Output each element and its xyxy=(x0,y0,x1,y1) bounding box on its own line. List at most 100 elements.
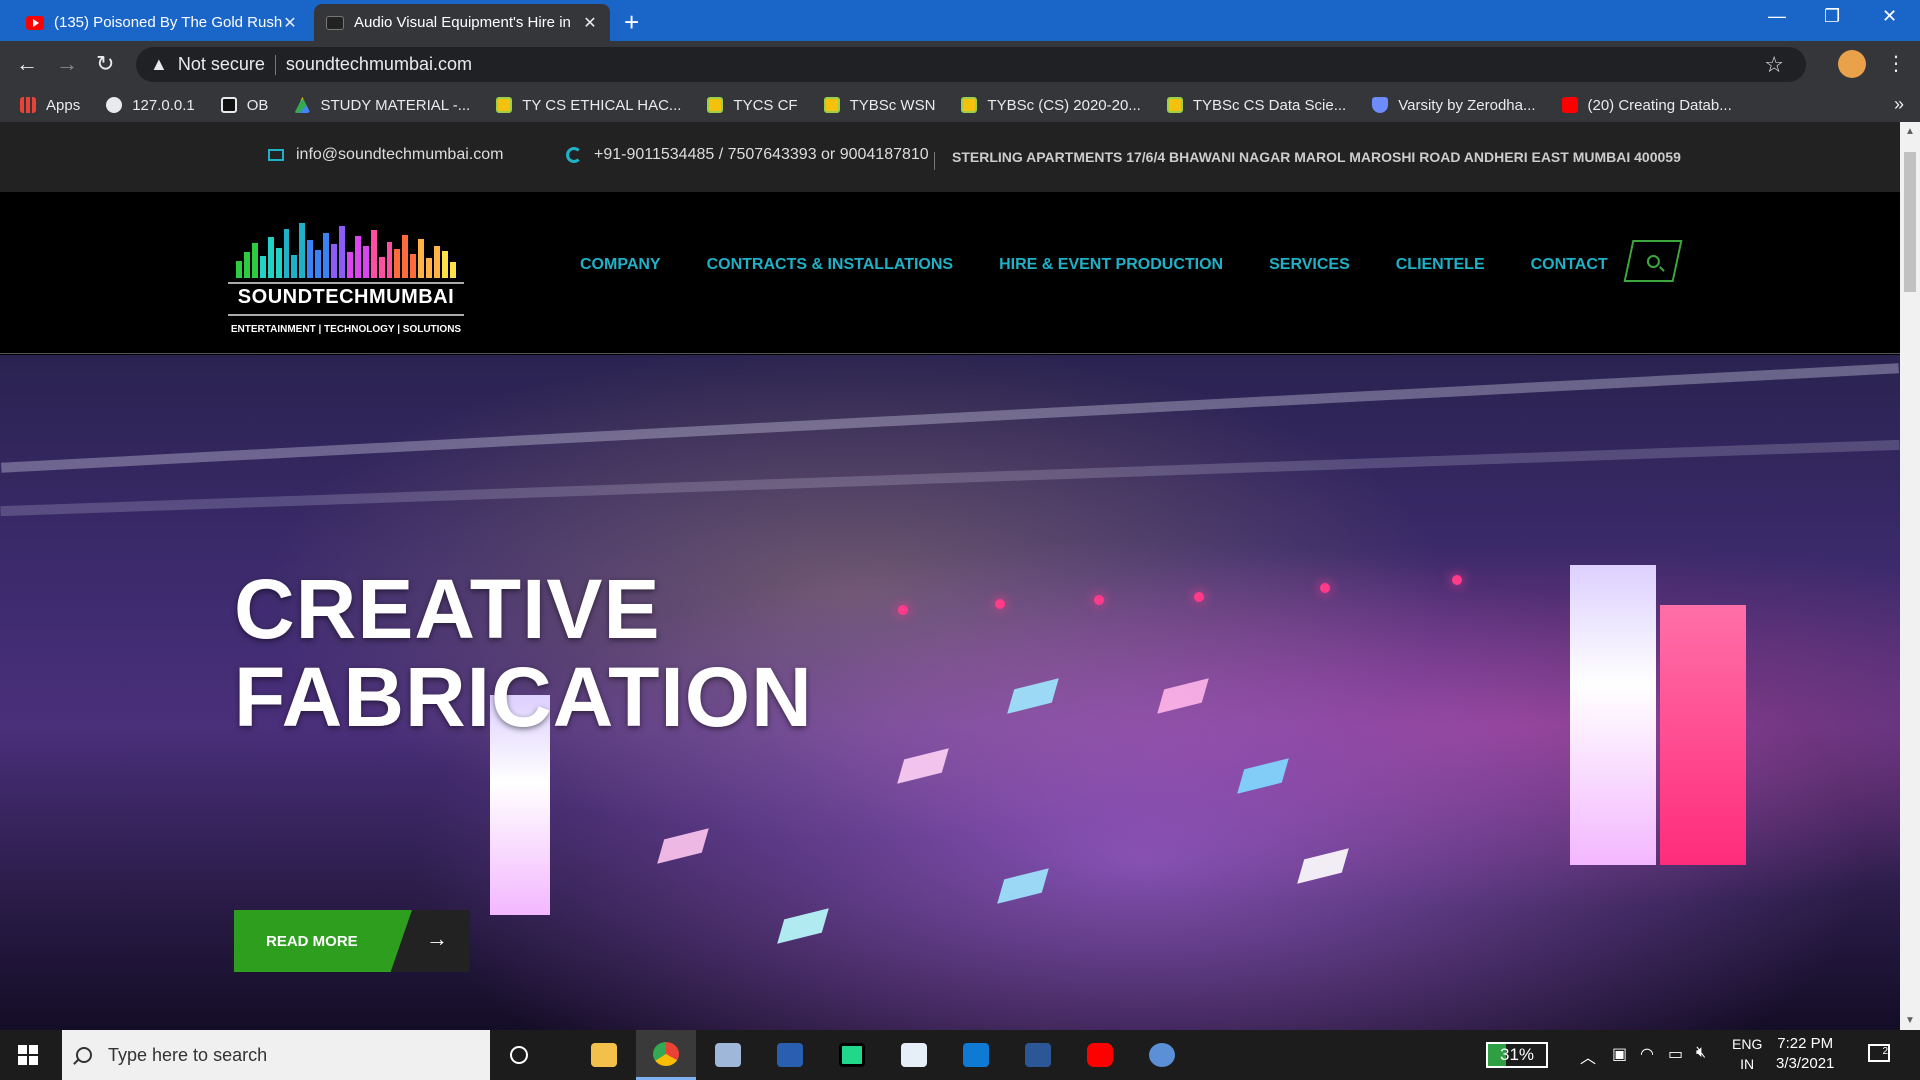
vscode-icon[interactable] xyxy=(946,1030,1006,1080)
close-icon[interactable]: ✕ xyxy=(282,13,298,33)
wifi-icon[interactable]: ◠ xyxy=(1640,1044,1654,1064)
phone-text: +91-9011534485 / 7507643393 or 900418781… xyxy=(594,146,929,163)
led-floor-tile xyxy=(1007,678,1059,714)
battery-indicator[interactable]: 31% xyxy=(1486,1042,1548,1068)
classroom-icon xyxy=(961,97,978,113)
paint-icon[interactable] xyxy=(698,1030,758,1080)
contact-topbar: info@soundtechmumbai.com +91-9011534485 … xyxy=(0,122,1900,192)
warning-icon[interactable]: ▲ xyxy=(150,54,168,75)
led-floor-tile xyxy=(777,908,829,944)
site-search-button[interactable] xyxy=(1623,240,1683,282)
language-indicator[interactable]: ENG IN xyxy=(1732,1034,1762,1074)
bookmark-item[interactable]: Varsity by Zerodha... xyxy=(1372,97,1536,114)
bookmark-item[interactable]: 127.0.0.1 xyxy=(106,97,195,114)
page-scrollbar[interactable]: ▲ ▼ xyxy=(1900,122,1920,1030)
equalizer-bar xyxy=(410,253,417,278)
site-logo[interactable]: SOUNDTECHMUMBAI ENTERTAINMENT | TECHNOLO… xyxy=(218,202,474,342)
stage-light xyxy=(898,605,908,615)
search-icon xyxy=(1646,254,1660,268)
url-text[interactable]: soundtechmumbai.com xyxy=(286,54,472,75)
equalizer-bar xyxy=(426,258,433,278)
scroll-down-icon[interactable]: ▼ xyxy=(1905,1015,1915,1026)
nav-contracts-installations[interactable]: CONTRACTS & INSTALLATIONS xyxy=(707,256,954,274)
tab-youtube[interactable]: (135) Poisoned By The Gold Rush ✕ xyxy=(14,4,310,41)
menu-icon[interactable]: ⋮ xyxy=(1886,51,1906,76)
windows-start-icon[interactable] xyxy=(18,1045,38,1065)
nav-contact[interactable]: CONTACT xyxy=(1531,256,1608,274)
equalizer-bar xyxy=(315,250,322,278)
equalizer-bar xyxy=(378,257,385,278)
pycharm-icon[interactable] xyxy=(822,1030,882,1080)
cortana-icon[interactable] xyxy=(510,1046,528,1064)
chrome-icon[interactable] xyxy=(636,1030,696,1080)
bookmark-star-icon[interactable]: ☆ xyxy=(1764,52,1784,78)
window-close-button[interactable]: ✕ xyxy=(1882,6,1897,27)
nav-services[interactable]: SERVICES xyxy=(1269,256,1350,274)
system-clock[interactable]: 7:22 PM 3/3/2021 xyxy=(1776,1034,1834,1074)
restore-button[interactable]: ❐ xyxy=(1824,6,1840,27)
divider xyxy=(934,152,935,170)
nav-company[interactable]: COMPANY xyxy=(580,256,661,274)
reload-button[interactable]: ↻ xyxy=(96,51,114,77)
new-tab-button[interactable]: + xyxy=(624,7,639,38)
volume-muted-icon[interactable]: 🔇︎ xyxy=(1696,1044,1706,1062)
bookmark-label: TYBSc CS Data Scie... xyxy=(1192,96,1347,114)
stage-light xyxy=(995,599,1005,609)
bookmark-item[interactable]: Apps xyxy=(20,97,80,114)
notification-icon[interactable]: 2 xyxy=(1868,1044,1890,1062)
nav-clientele[interactable]: CLIENTELE xyxy=(1396,256,1485,274)
logo-rule xyxy=(228,314,464,316)
bookmark-label: TYCS CF xyxy=(733,96,798,114)
battery-icon[interactable]: ▭ xyxy=(1668,1044,1683,1064)
meet-now-icon[interactable]: ▣ xyxy=(1612,1044,1627,1064)
equalizer-bar xyxy=(449,261,456,278)
file-explorer-icon[interactable] xyxy=(574,1030,634,1080)
security-label[interactable]: Not secure xyxy=(178,54,265,75)
bookmark-item[interactable]: TYBSc CS Data Scie... xyxy=(1166,96,1347,114)
taskbar-search[interactable]: Type here to search xyxy=(62,1030,490,1080)
nav-hire-event-production[interactable]: HIRE & EVENT PRODUCTION xyxy=(999,256,1223,274)
minimize-button[interactable]: — xyxy=(1768,6,1786,27)
equalizer-graphic xyxy=(236,220,456,278)
bookmark-item[interactable]: TYCS CF xyxy=(707,96,798,114)
email-text: info@soundtechmumbai.com xyxy=(296,146,504,163)
address-text: STERLING APARTMENTS 17/6/4 BHAWANI NAGAR… xyxy=(952,149,1681,165)
bookmark-item[interactable]: OB xyxy=(220,97,268,114)
equalizer-bar xyxy=(331,244,337,278)
equalizer-bar xyxy=(251,243,258,278)
powershell-icon[interactable] xyxy=(760,1030,820,1080)
close-icon[interactable]: ✕ xyxy=(582,13,598,33)
ob-icon xyxy=(220,97,237,113)
bookmark-item[interactable]: STUDY MATERIAL -... xyxy=(294,97,470,114)
equalizer-bar xyxy=(402,235,409,278)
url-field[interactable]: ▲ Not secure soundtechmumbai.com ☆ xyxy=(136,47,1806,82)
led-floor-tile xyxy=(897,748,949,784)
tab-soundtech[interactable]: Audio Visual Equipment's Hire in ✕ xyxy=(314,4,610,41)
word-icon[interactable] xyxy=(1008,1030,1068,1080)
more-bookmarks-button[interactable]: » xyxy=(1894,94,1904,115)
forward-button[interactable]: → xyxy=(56,51,78,77)
back-button[interactable]: ← xyxy=(16,51,38,77)
bookmark-item[interactable]: TYBSc WSN xyxy=(823,97,935,114)
read-more-button[interactable]: READ MORE → xyxy=(234,910,470,972)
equalizer-bar xyxy=(291,254,298,278)
soundtech-icon xyxy=(326,15,344,30)
equalizer-bar xyxy=(236,260,242,278)
equalizer-bar xyxy=(275,247,282,278)
chevron-up-icon[interactable]: ︿ xyxy=(1580,1044,1596,1068)
address-bar-row: ← → ↻ ▲ Not secure soundtechmumbai.com ☆… xyxy=(0,41,1920,88)
email-link[interactable]: info@soundtechmumbai.com xyxy=(268,146,503,164)
scroll-thumb[interactable] xyxy=(1904,152,1916,292)
read-more-label: READ MORE xyxy=(266,932,358,950)
equalizer-bar xyxy=(338,225,345,278)
bookmark-item[interactable]: TYBSc (CS) 2020-20... xyxy=(961,97,1141,114)
notepad-icon[interactable] xyxy=(884,1030,944,1080)
equalizer-bar xyxy=(370,230,377,278)
bookmark-item[interactable]: (20) Creating Datab... xyxy=(1561,97,1732,114)
game-icon[interactable] xyxy=(1132,1030,1192,1080)
profile-avatar[interactable] xyxy=(1838,50,1866,78)
scroll-up-icon[interactable]: ▲ xyxy=(1905,126,1915,137)
phone-icon xyxy=(566,147,582,163)
youtube-icon[interactable] xyxy=(1070,1030,1130,1080)
bookmark-item[interactable]: TY CS ETHICAL HAC... xyxy=(496,97,681,114)
